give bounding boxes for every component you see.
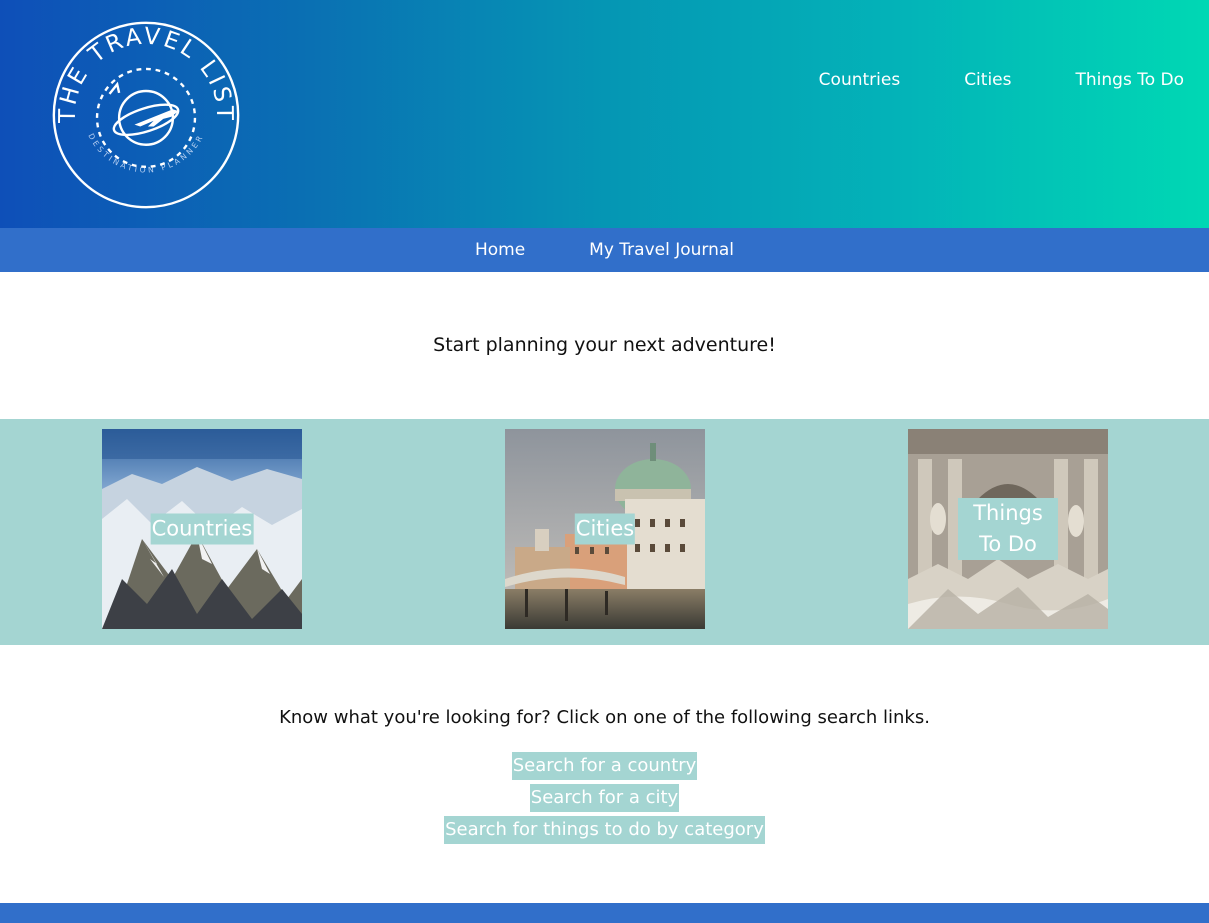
search-country-link[interactable]: Search for a country xyxy=(511,752,698,780)
secondary-nav: Home My Travel Journal xyxy=(0,228,1209,272)
travel-list-logo[interactable]: THE TRAVEL LIST DESTINATION PLANNER xyxy=(50,19,242,211)
search-links: Search for a country Search for a city S… xyxy=(0,752,1209,844)
category-tiles: Countries Cities Things To Do xyxy=(0,419,1209,645)
top-nav-cities[interactable]: Cities xyxy=(964,70,1011,90)
tile-things-to-do[interactable]: Things To Do xyxy=(908,429,1108,629)
nav-home[interactable]: Home xyxy=(475,240,525,260)
svg-text:DESTINATION PLANNER: DESTINATION PLANNER xyxy=(86,132,205,175)
top-nav-countries[interactable]: Countries xyxy=(819,70,901,90)
tile-label: Things To Do xyxy=(958,498,1058,560)
site-footer xyxy=(0,903,1209,923)
top-nav: Countries Cities Things To Do xyxy=(819,70,1184,90)
search-city-link[interactable]: Search for a city xyxy=(529,784,680,812)
tile-countries[interactable]: Countries xyxy=(102,429,302,629)
search-intro: Know what you're looking for? Click on o… xyxy=(279,707,930,728)
tagline: Start planning your next adventure! xyxy=(433,334,776,356)
tile-label: Cities xyxy=(574,513,636,545)
nav-my-travel-journal[interactable]: My Travel Journal xyxy=(589,240,734,260)
top-nav-things-to-do[interactable]: Things To Do xyxy=(1076,70,1185,90)
tile-label: Countries xyxy=(150,513,254,545)
search-things-to-do-link[interactable]: Search for things to do by category xyxy=(444,816,765,844)
tile-cities[interactable]: Cities xyxy=(505,429,705,629)
site-header: THE TRAVEL LIST DESTINATION PLANNER Coun… xyxy=(0,0,1209,228)
